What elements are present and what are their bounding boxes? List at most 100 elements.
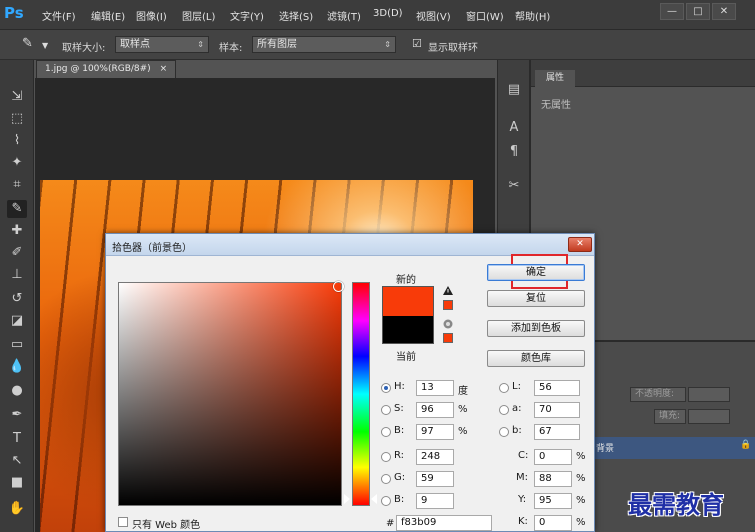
paragraph-panel-icon[interactable]: ¶ <box>503 142 525 162</box>
current-color-swatch[interactable] <box>382 316 434 344</box>
a-channel-radio[interactable] <box>499 405 509 415</box>
dodge-tool-icon[interactable]: ● <box>7 382 27 400</box>
clone-stamp-tool-icon[interactable]: ⊥ <box>7 266 27 284</box>
move-tool-icon[interactable]: ⇲ <box>7 88 27 106</box>
green-radio[interactable] <box>381 474 391 484</box>
minimize-button[interactable]: — <box>660 3 684 20</box>
blur-tool-icon[interactable]: 💧 <box>7 358 27 376</box>
close-dialog-button[interactable]: ✕ <box>568 237 592 252</box>
out-of-gamut-warning-icon[interactable] <box>443 286 453 296</box>
yellow-field[interactable]: 95 <box>534 493 572 509</box>
lightness-field[interactable]: 56 <box>534 380 580 396</box>
sample-select[interactable]: 所有图层 ⇕ <box>252 36 396 53</box>
options-bar: ✎ ▼ 取样大小: 取样点 ⇕ 样本: 所有图层 ⇕ ☑ 显示取样环 <box>0 30 755 60</box>
ok-button[interactable]: 确定 <box>487 264 585 281</box>
properties-tab[interactable]: 属性 <box>535 70 575 87</box>
red-field[interactable]: 248 <box>416 449 454 465</box>
layer-row[interactable]: 背景 🔒 <box>590 437 755 459</box>
dialog-title: 拾色器（前景色） <box>112 243 192 254</box>
saturation-field[interactable]: 96 <box>416 402 454 418</box>
sample-label: 样本: <box>219 43 243 54</box>
layer-fill-label: 填充: <box>654 409 686 424</box>
magenta-field[interactable]: 88 <box>534 471 572 487</box>
add-to-swatches-button[interactable]: 添加到色板 <box>487 320 585 337</box>
red-radio[interactable] <box>381 452 391 462</box>
eyedropper-tool-icon[interactable]: ✎ <box>7 200 27 218</box>
tools-panel: ⇲ ⬚ ⌇ ✦ ⌗ ✎ ✚ ✐ ⊥ ↺ ◪ ▭ 💧 ● ✒ T ↖ ■ ✋ <box>0 60 34 532</box>
menu-file[interactable]: 文件(F) <box>42 8 76 23</box>
crop-tool-icon[interactable]: ⌗ <box>7 176 27 194</box>
hex-field[interactable]: f83b09 <box>396 515 492 531</box>
hue-radio[interactable] <box>381 383 391 393</box>
blue-radio[interactable] <box>381 496 391 506</box>
history-panel-icon[interactable]: ▤ <box>503 80 525 100</box>
lasso-tool-icon[interactable]: ⌇ <box>7 132 27 150</box>
cyan-label: C: <box>518 450 529 461</box>
menu-3d[interactable]: 3D(D) <box>373 8 403 19</box>
rectangle-tool-icon[interactable]: ■ <box>7 474 27 492</box>
show-ring-checkbox[interactable]: ☑ <box>412 37 422 50</box>
tools-preset-icon[interactable]: ✂ <box>503 176 525 196</box>
only-web-colors-checkbox[interactable] <box>118 517 128 527</box>
blue-field[interactable]: 9 <box>416 493 454 509</box>
lightness-radio[interactable] <box>499 383 509 393</box>
saturation-brightness-field[interactable] <box>118 281 344 506</box>
b-channel-field[interactable]: 67 <box>534 424 580 440</box>
layer-name: 背景 <box>596 444 615 454</box>
tool-preset-dropdown-icon[interactable]: ▼ <box>42 41 48 50</box>
only-web-colors-label: 只有 Web 颜色 <box>132 520 201 531</box>
menu-view[interactable]: 视图(V) <box>416 8 451 23</box>
show-ring-label: 显示取样环 <box>428 43 478 54</box>
hand-tool-icon[interactable]: ✋ <box>7 500 27 518</box>
menu-type[interactable]: 文字(Y) <box>230 8 264 23</box>
layer-fill-field[interactable] <box>688 409 730 424</box>
hue-slider[interactable] <box>352 282 370 506</box>
quick-select-tool-icon[interactable]: ✦ <box>7 154 27 172</box>
healing-brush-tool-icon[interactable]: ✚ <box>7 222 27 240</box>
layer-opacity-field[interactable] <box>688 387 730 402</box>
web-safe-cube-icon[interactable] <box>443 319 453 329</box>
menu-window[interactable]: 窗口(W) <box>466 8 504 23</box>
a-channel-field[interactable]: 70 <box>534 402 580 418</box>
hue-slider-right-arrow-icon[interactable] <box>371 494 377 504</box>
menu-help[interactable]: 帮助(H) <box>515 8 550 23</box>
green-field[interactable]: 59 <box>416 471 454 487</box>
menu-select[interactable]: 选择(S) <box>279 8 313 23</box>
menu-filter[interactable]: 滤镜(T) <box>327 8 361 23</box>
brush-tool-icon[interactable]: ✐ <box>7 244 27 262</box>
character-panel-icon[interactable]: A <box>503 118 525 138</box>
brightness-radio[interactable] <box>381 427 391 437</box>
sample-size-select[interactable]: 取样点 ⇕ <box>115 36 209 53</box>
saturation-label: S: <box>394 403 404 414</box>
marquee-tool-icon[interactable]: ⬚ <box>7 110 27 128</box>
document-tab[interactable]: 1.jpg @ 100%(RGB/8#) × <box>36 60 176 78</box>
close-window-button[interactable]: ✕ <box>712 3 736 20</box>
type-tool-icon[interactable]: T <box>7 430 27 448</box>
saturation-radio[interactable] <box>381 405 391 415</box>
menu-layer[interactable]: 图层(L) <box>182 8 215 23</box>
sample-size-value: 取样点 <box>120 39 150 50</box>
path-select-tool-icon[interactable]: ↖ <box>7 452 27 470</box>
web-safe-color-swatch[interactable] <box>443 333 453 343</box>
cyan-field[interactable]: 0 <box>534 449 572 465</box>
maximize-button[interactable]: □ <box>686 3 710 20</box>
history-brush-tool-icon[interactable]: ↺ <box>7 290 27 308</box>
eyedropper-tool-icon[interactable]: ✎ <box>22 36 33 51</box>
hue-slider-left-arrow-icon[interactable] <box>344 494 350 504</box>
close-tab-icon[interactable]: × <box>160 64 168 74</box>
black-label: K: <box>518 516 528 527</box>
pen-tool-icon[interactable]: ✒ <box>7 406 27 424</box>
reset-button[interactable]: 复位 <box>487 290 585 307</box>
color-picker-marker[interactable] <box>333 281 344 292</box>
gamut-color-swatch[interactable] <box>443 300 453 310</box>
hue-field[interactable]: 13 <box>416 380 454 396</box>
black-field[interactable]: 0 <box>534 515 572 531</box>
red-label: R: <box>394 450 405 461</box>
b-channel-radio[interactable] <box>499 427 509 437</box>
color-libraries-button[interactable]: 颜色库 <box>487 350 585 367</box>
menu-edit[interactable]: 编辑(E) <box>91 8 125 23</box>
eraser-tool-icon[interactable]: ◪ <box>7 312 27 330</box>
gradient-tool-icon[interactable]: ▭ <box>7 336 27 354</box>
menu-image[interactable]: 图像(I) <box>136 8 167 23</box>
brightness-field[interactable]: 97 <box>416 424 454 440</box>
